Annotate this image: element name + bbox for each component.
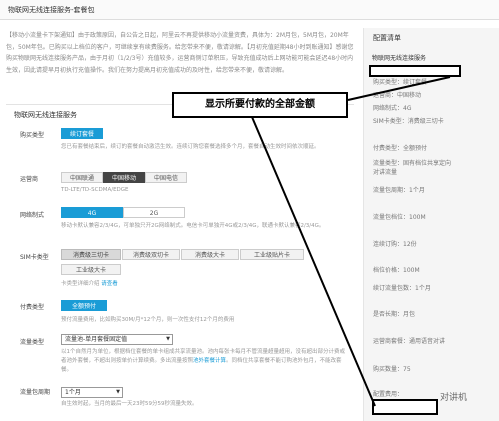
annotation-lines: [251, 76, 451, 407]
annotation-callout: 显示所要付款的全部金额: [172, 92, 348, 118]
watermark: 对讲机: [440, 393, 468, 403]
